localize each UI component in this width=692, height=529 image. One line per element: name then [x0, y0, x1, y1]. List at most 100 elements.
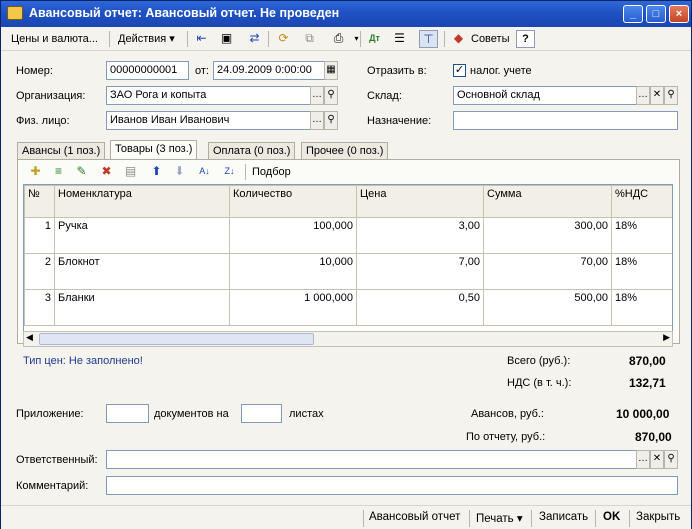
go-to-icon[interactable]: ⇄	[245, 30, 264, 48]
selection-button[interactable]: Подбор	[252, 166, 291, 178]
advances-value: 10 000,00	[616, 407, 670, 421]
sort-descending-icon[interactable]: Z↓	[220, 163, 239, 181]
comment-field[interactable]	[106, 476, 678, 495]
move-down-icon[interactable]: ⬇	[170, 163, 189, 181]
date-field[interactable]: 24.09.2009 0:00:00	[213, 61, 325, 80]
row-number: 2	[24, 253, 55, 290]
scrollbar-thumb[interactable]	[39, 333, 314, 345]
clear-icon[interactable]: ✕	[650, 450, 664, 469]
help-button[interactable]: ?	[516, 30, 535, 48]
end-edit-icon[interactable]: ▤	[121, 163, 140, 181]
toolbar-separator	[531, 510, 532, 527]
tab-payment[interactable]: Оплата (0 поз.)	[208, 142, 296, 159]
item-name[interactable]: Бланки	[54, 289, 230, 326]
item-quantity[interactable]: 10,000	[229, 253, 357, 290]
close-window-button[interactable]: ×	[669, 5, 689, 23]
search-icon[interactable]: ⚲	[324, 86, 338, 105]
copy-icon[interactable]: ⧉	[300, 30, 319, 48]
toolbar-separator	[595, 510, 596, 527]
edit-row-icon[interactable]: ✎	[72, 163, 91, 181]
item-sum[interactable]: 70,00	[483, 253, 612, 290]
toolbar-separator	[629, 510, 630, 527]
tips-button[interactable]: Советы	[467, 31, 513, 48]
select-button[interactable]: …	[636, 450, 650, 469]
actions-menu-label: Действия	[118, 33, 167, 45]
column-header-quantity[interactable]: Количество	[229, 185, 357, 218]
organization-field[interactable]: ЗАО Рога и копыта	[106, 86, 311, 105]
scroll-right-icon[interactable]: ▶	[663, 332, 670, 343]
select-button[interactable]: …	[310, 111, 324, 130]
price-type-link[interactable]: Тип цен: Не заполнено!	[23, 355, 143, 367]
save-button[interactable]: Записать	[539, 511, 588, 523]
delete-row-icon[interactable]: ✖	[97, 163, 116, 181]
structure-icon[interactable]: ⊤	[419, 30, 438, 48]
table-row[interactable]: 1 Ручка 100,000 3,00 300,00 18%	[24, 217, 672, 254]
tab-goods[interactable]: Товары (3 поз.)	[110, 140, 198, 160]
column-header-vat[interactable]: %НДС	[611, 185, 672, 218]
responsible-field[interactable]	[106, 450, 637, 469]
item-vat[interactable]: 18%	[611, 217, 672, 254]
column-header-sum[interactable]: Сумма	[483, 185, 612, 218]
refresh-icon[interactable]: ⟳	[274, 30, 293, 48]
item-name[interactable]: Ручка	[54, 217, 230, 254]
minimize-button[interactable]: _	[623, 5, 643, 23]
item-price[interactable]: 3,00	[356, 217, 484, 254]
item-quantity[interactable]: 100,000	[229, 217, 357, 254]
add-row-icon[interactable]: ✚	[26, 163, 45, 181]
print-icon[interactable]: ⎙	[329, 30, 348, 48]
actions-menu[interactable]: Действия ▾	[114, 31, 179, 48]
select-button[interactable]: …	[636, 86, 650, 105]
attachment-docs-field[interactable]	[106, 404, 149, 423]
toolbar-separator	[268, 31, 269, 47]
sheets-label: листах	[289, 408, 324, 420]
print-menu-button[interactable]: Печать ▾	[476, 511, 523, 525]
document-view-icon[interactable]: ▣	[217, 30, 236, 48]
person-field[interactable]: Иванов Иван Иванович	[106, 111, 311, 130]
number-field[interactable]: 00000000001	[106, 61, 189, 80]
number-label: Номер:	[16, 65, 53, 77]
move-up-icon[interactable]: ⬆	[147, 163, 166, 181]
toolbar-separator	[469, 510, 470, 527]
attachment-sheets-field[interactable]	[241, 404, 282, 423]
item-price[interactable]: 0,50	[356, 289, 484, 326]
column-header-number[interactable]: №	[24, 185, 55, 218]
item-sum[interactable]: 500,00	[483, 289, 612, 326]
item-sum[interactable]: 300,00	[483, 217, 612, 254]
horizontal-scrollbar[interactable]: ◀ ▶	[23, 331, 673, 347]
window-title: Авансовый отчет: Авансовый отчет. Не про…	[29, 6, 340, 20]
back-arrow-icon[interactable]: ⇤	[192, 30, 211, 48]
close-button[interactable]: Закрыть	[636, 511, 680, 523]
journal-icon[interactable]: ☰	[390, 30, 409, 48]
prices-currency-menu[interactable]: Цены и валюта...	[7, 31, 102, 48]
tax-accounting-label: налог. учете	[470, 65, 532, 77]
search-icon[interactable]: ⚲	[664, 86, 678, 105]
item-quantity[interactable]: 1 000,000	[229, 289, 357, 326]
search-icon[interactable]: ⚲	[664, 450, 678, 469]
advance-report-print-button[interactable]: Авансовый отчет	[369, 511, 460, 523]
column-header-item[interactable]: Номенклатура	[54, 185, 230, 218]
column-header-price[interactable]: Цена	[356, 185, 484, 218]
tab-other[interactable]: Прочее (0 поз.)	[301, 142, 389, 159]
search-icon[interactable]: ⚲	[324, 111, 338, 130]
calendar-icon[interactable]: ▦	[324, 61, 338, 80]
table-row[interactable]: 2 Блокнот 10,000 7,00 70,00 18%	[24, 253, 672, 290]
purpose-field[interactable]	[453, 111, 678, 130]
ok-button[interactable]: OK	[603, 511, 620, 523]
sort-ascending-icon[interactable]: A↓	[195, 163, 214, 181]
clear-icon[interactable]: ✕	[650, 86, 664, 105]
dt-kt-icon[interactable]: Дт	[365, 30, 384, 48]
toolbar-separator	[187, 31, 188, 47]
select-button[interactable]: …	[310, 86, 324, 105]
scroll-left-icon[interactable]: ◀	[26, 332, 33, 343]
tab-advances[interactable]: Авансы (1 поз.)	[17, 142, 106, 159]
maximize-button[interactable]: □	[646, 5, 666, 23]
print-dropdown-icon[interactable]: ▾	[347, 30, 366, 48]
item-vat[interactable]: 18%	[611, 253, 672, 290]
table-row[interactable]: 3 Бланки 1 000,000 0,50 500,00 18%	[24, 289, 672, 326]
warehouse-field[interactable]: Основной склад	[453, 86, 637, 105]
item-vat[interactable]: 18%	[611, 289, 672, 326]
item-price[interactable]: 7,00	[356, 253, 484, 290]
copy-row-icon[interactable]: ≡	[49, 163, 68, 181]
item-name[interactable]: Блокнот	[54, 253, 230, 290]
tax-accounting-checkbox[interactable]: ✓	[453, 64, 466, 77]
